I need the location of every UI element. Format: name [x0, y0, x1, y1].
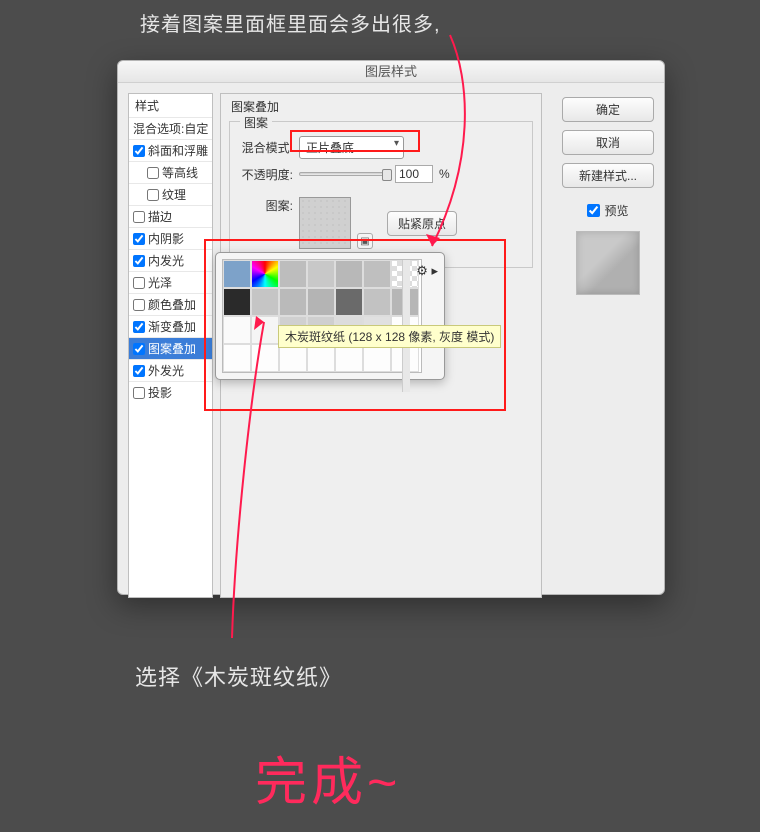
- opacity-unit: %: [439, 167, 450, 181]
- sidebar-item-label: 内发光: [148, 252, 184, 269]
- checkbox-pattern-overlay[interactable]: [133, 343, 145, 355]
- sidebar-item-label: 颜色叠加: [148, 296, 196, 313]
- sidebar-item-pattern-overlay[interactable]: 图案叠加: [129, 337, 212, 359]
- opacity-row: 不透明度: 100 %: [238, 165, 524, 183]
- checkbox-bevel[interactable]: [133, 145, 145, 157]
- pattern-swatch[interactable]: [363, 344, 391, 372]
- checkbox-drop-shadow[interactable]: [133, 387, 145, 399]
- pattern-swatch[interactable]: [279, 288, 307, 316]
- pattern-swatch[interactable]: [251, 288, 279, 316]
- new-preset-icon[interactable]: ▣: [357, 233, 373, 249]
- sidebar-heading[interactable]: 样式: [129, 94, 212, 117]
- sidebar-item-inner-shadow[interactable]: 内阴影: [129, 227, 212, 249]
- sidebar-item-inner-glow[interactable]: 内发光: [129, 249, 212, 271]
- pattern-swatch[interactable]: [363, 260, 391, 288]
- pattern-swatch[interactable]: [279, 260, 307, 288]
- checkbox-color-overlay[interactable]: [133, 299, 145, 311]
- pattern-swatch[interactable]: [307, 260, 335, 288]
- sidebar-item-label: 投影: [148, 384, 172, 401]
- preview-label: 预览: [604, 202, 628, 219]
- sidebar-item-color-overlay[interactable]: 颜色叠加: [129, 293, 212, 315]
- opacity-slider-thumb[interactable]: [382, 169, 392, 181]
- sidebar-item-label: 纹理: [162, 186, 186, 203]
- panel-section-title: 图案叠加: [231, 98, 541, 115]
- sidebar-item-label: 内阴影: [148, 230, 184, 247]
- sidebar-item-contour[interactable]: 等高线: [129, 161, 212, 183]
- pattern-swatch[interactable]: [223, 344, 251, 372]
- pattern-label: 图案:: [238, 197, 293, 214]
- sidebar-item-drop-shadow[interactable]: 投影: [129, 381, 212, 403]
- pattern-swatch[interactable]: [223, 260, 251, 288]
- pattern-swatch[interactable]: [279, 344, 307, 372]
- sidebar-item-gradient-overlay[interactable]: 渐变叠加: [129, 315, 212, 337]
- pattern-swatch[interactable]: [251, 260, 279, 288]
- pattern-swatch[interactable]: [335, 288, 363, 316]
- pattern-well[interactable]: [299, 197, 351, 249]
- pattern-picker-popup: ⚙ ▸: [215, 252, 445, 380]
- style-sidebar: 样式 混合选项:自定 斜面和浮雕 等高线 纹理 描边 内阴影: [128, 93, 213, 598]
- fieldset-legend: 图案: [240, 114, 272, 131]
- annotation-bottom: 选择《木炭斑纹纸》: [135, 660, 342, 692]
- sidebar-blend-options[interactable]: 混合选项:自定: [129, 117, 212, 139]
- pattern-row: 图案: ▣ 贴紧原点: [238, 197, 524, 249]
- sidebar-item-stroke[interactable]: 描边: [129, 205, 212, 227]
- gear-icon[interactable]: ⚙ ▸: [416, 263, 438, 279]
- new-style-button[interactable]: 新建样式...: [562, 163, 654, 188]
- ok-button[interactable]: 确定: [562, 97, 654, 122]
- sidebar-item-label: 光泽: [148, 274, 172, 291]
- sidebar-item-label: 斜面和浮雕: [148, 142, 208, 159]
- opacity-label: 不透明度:: [238, 166, 293, 183]
- dialog-title: 图层样式: [118, 61, 664, 83]
- sidebar-item-label: 外发光: [148, 362, 184, 379]
- checkbox-gradient-overlay[interactable]: [133, 321, 145, 333]
- snap-origin-button[interactable]: 贴紧原点: [387, 211, 457, 236]
- pattern-swatch[interactable]: [223, 316, 251, 344]
- blend-mode-label: 混合模式:: [238, 139, 293, 156]
- checkbox-satin[interactable]: [133, 277, 145, 289]
- sidebar-item-label: 等高线: [162, 164, 198, 181]
- pattern-tooltip: 木炭斑纹纸 (128 x 128 像素, 灰度 模式): [278, 325, 501, 348]
- sidebar-item-satin[interactable]: 光泽: [129, 271, 212, 293]
- blend-mode-row: 混合模式: 正片叠底: [238, 136, 524, 159]
- checkbox-texture[interactable]: [147, 189, 159, 201]
- checkbox-contour[interactable]: [147, 167, 159, 179]
- pattern-fieldset: 图案 混合模式: 正片叠底 不透明度: 100 % 图案: ▣: [229, 121, 533, 268]
- sidebar-item-outer-glow[interactable]: 外发光: [129, 359, 212, 381]
- checkbox-inner-glow[interactable]: [133, 255, 145, 267]
- opacity-slider[interactable]: [299, 172, 389, 176]
- annotation-done: 完成~: [255, 740, 401, 815]
- checkbox-inner-shadow[interactable]: [133, 233, 145, 245]
- checkbox-outer-glow[interactable]: [133, 365, 145, 377]
- checkbox-stroke[interactable]: [133, 211, 145, 223]
- sidebar-item-bevel[interactable]: 斜面和浮雕: [129, 139, 212, 161]
- pattern-swatch[interactable]: [223, 288, 251, 316]
- sidebar-item-label: 描边: [148, 208, 172, 225]
- pattern-swatch[interactable]: [307, 344, 335, 372]
- cancel-button[interactable]: 取消: [562, 130, 654, 155]
- preview-thumbnail: [576, 231, 640, 295]
- pattern-swatch[interactable]: [335, 260, 363, 288]
- sidebar-item-label: 图案叠加: [148, 340, 196, 357]
- pattern-swatch[interactable]: [251, 344, 279, 372]
- dialog-right-column: 确定 取消 新建样式... 预览: [562, 97, 654, 295]
- pattern-swatch[interactable]: [307, 288, 335, 316]
- opacity-input[interactable]: 100: [395, 165, 433, 183]
- pattern-swatch-grid: [222, 259, 422, 373]
- preview-row: 预览: [562, 202, 654, 219]
- sidebar-item-texture[interactable]: 纹理: [129, 183, 212, 205]
- blend-mode-select[interactable]: 正片叠底: [299, 136, 404, 159]
- pattern-swatch[interactable]: [251, 316, 279, 344]
- pattern-swatch[interactable]: [335, 344, 363, 372]
- pattern-swatch[interactable]: [363, 288, 391, 316]
- preview-checkbox[interactable]: [587, 204, 600, 217]
- sidebar-item-label: 渐变叠加: [148, 318, 196, 335]
- annotation-top: 接着图案里面框里面会多出很多,: [140, 8, 441, 37]
